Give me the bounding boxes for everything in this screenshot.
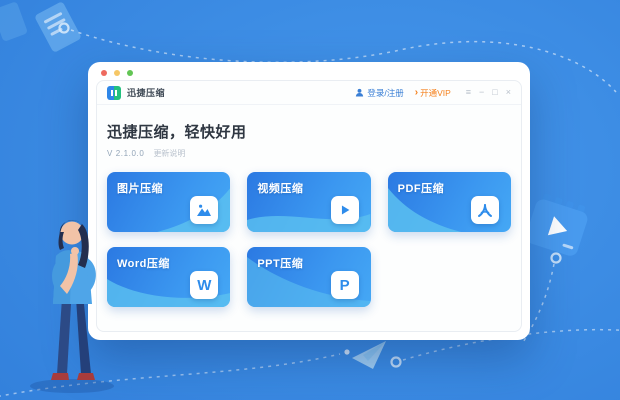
card-video-compress[interactable]: 视频压缩 — [247, 172, 370, 232]
dot-node — [344, 349, 349, 354]
update-notes-link[interactable]: 更新说明 — [153, 148, 185, 159]
desktop-background: 迅捷压缩 登录/注册 › 开通VIP ≡ — [0, 0, 620, 400]
image-icon — [190, 196, 218, 224]
app-window: 迅捷压缩 登录/注册 › 开通VIP ≡ — [88, 62, 530, 340]
open-vip-link[interactable]: › 开通VIP — [415, 87, 451, 99]
traffic-close-button[interactable] — [101, 70, 107, 76]
main-content: 迅捷压缩，轻快好用 V 2.1.0.0 更新说明 图片压缩 — [97, 105, 521, 307]
video-clip-icon — [524, 192, 591, 258]
card-label: 视频压缩 — [257, 180, 303, 196]
traffic-minimize-button[interactable] — [114, 70, 120, 76]
app-panel: 迅捷压缩 登录/注册 › 开通VIP ≡ — [96, 80, 522, 332]
maximize-icon[interactable]: □ — [492, 88, 497, 97]
card-pdf-compress[interactable]: PDF压缩 — [388, 172, 511, 232]
app-title: 迅捷压缩 — [127, 86, 165, 99]
vip-chevron-icon: › — [415, 88, 418, 98]
paper-plane-icon — [352, 341, 386, 369]
card-label: PDF压缩 — [398, 180, 445, 196]
ring-node — [392, 358, 401, 367]
ring-node — [552, 254, 561, 263]
version-label: V 2.1.0.0 — [107, 149, 144, 158]
titlebar-right: 登录/注册 › 开通VIP ≡ − □ × — [355, 87, 511, 99]
login-label: 登录/注册 — [367, 87, 403, 99]
vip-label: 开通VIP — [420, 87, 451, 99]
card-ppt-compress[interactable]: PPT压缩 P — [247, 247, 370, 307]
login-register-link[interactable]: 登录/注册 — [355, 87, 403, 99]
minimize-icon[interactable]: − — [479, 88, 484, 97]
card-label: Word压缩 — [117, 255, 170, 271]
version-row: V 2.1.0.0 更新说明 — [107, 148, 511, 159]
ppt-letter-icon: P — [331, 271, 359, 299]
menu-icon[interactable]: ≡ — [466, 88, 471, 97]
window-controls: ≡ − □ × — [462, 88, 511, 97]
thinking-woman-illustration — [24, 204, 122, 396]
word-letter-icon: W — [190, 271, 218, 299]
window-traffic-lights — [101, 70, 133, 76]
card-image-compress[interactable]: 图片压缩 — [107, 172, 230, 232]
pdf-person-icon — [471, 196, 499, 224]
card-word-compress[interactable]: Word压缩 W — [107, 247, 230, 307]
page-title: 迅捷压缩，轻快好用 — [107, 121, 511, 142]
titlebar: 迅捷压缩 登录/注册 › 开通VIP ≡ — [97, 81, 521, 105]
document-icon — [0, 1, 28, 42]
card-label: PPT压缩 — [257, 255, 303, 271]
close-icon[interactable]: × — [506, 88, 511, 97]
feature-cards-grid: 图片压缩 视频压缩 — [107, 172, 511, 307]
play-icon — [331, 196, 359, 224]
traffic-maximize-button[interactable] — [127, 70, 133, 76]
app-logo-icon — [107, 86, 121, 100]
document-icon — [34, 1, 82, 53]
user-icon — [355, 88, 364, 97]
card-label: 图片压缩 — [117, 180, 163, 196]
